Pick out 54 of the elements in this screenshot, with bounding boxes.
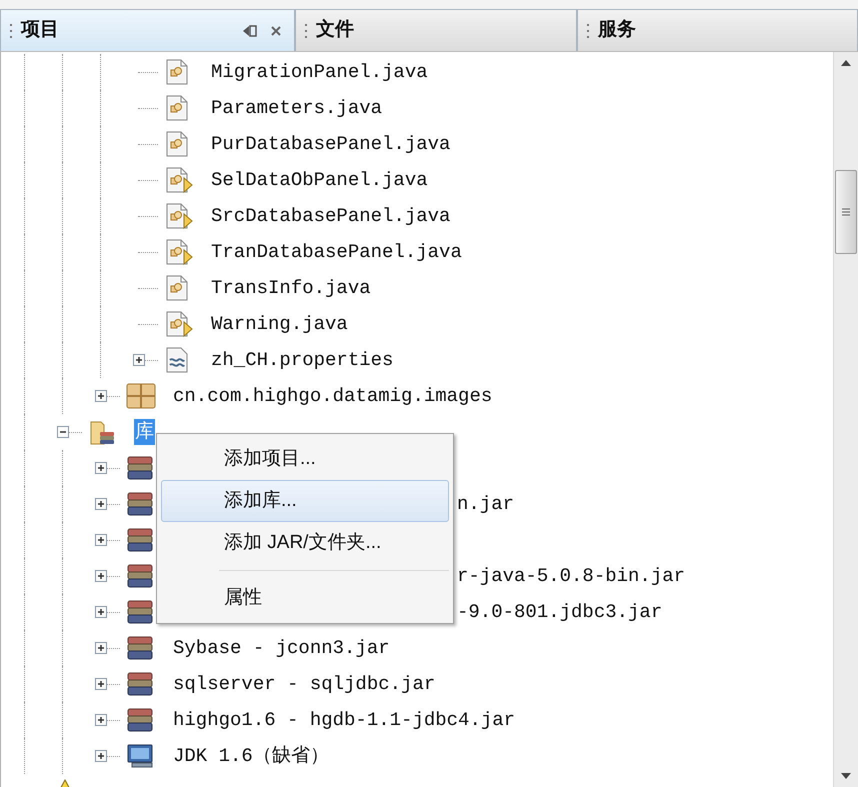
tree-item-label[interactable]: sqlserver - sqljdbc.jar: [172, 671, 436, 697]
tab-label: 项目: [21, 18, 59, 42]
tree-item-label[interactable]: PurDatabasePanel.java: [210, 131, 452, 157]
scroll-down-icon[interactable]: [841, 773, 851, 779]
expand-icon[interactable]: [95, 750, 107, 762]
panel-tab[interactable]: 服务: [577, 9, 858, 51]
scroll-up-icon[interactable]: [841, 60, 851, 66]
grip-icon: [842, 208, 850, 216]
grip-icon: [9, 22, 13, 38]
tree-item-label[interactable]: Sybase - jconn3.jar: [172, 635, 391, 661]
expand-icon[interactable]: [95, 714, 107, 726]
tree-item-label[interactable]: Warning.java: [210, 311, 349, 337]
menu-item[interactable]: 添加库...: [161, 480, 449, 522]
expand-icon[interactable]: [95, 462, 107, 474]
expand-icon[interactable]: [95, 534, 107, 546]
tree-item-label[interactable]: JDK 1.6（缺省）: [172, 743, 330, 769]
runnable-java-file-icon: [164, 238, 194, 266]
tab-label: 文件: [316, 18, 354, 42]
runnable-java-file-icon: [164, 202, 194, 230]
tree-item-label[interactable]: TransInfo.java: [210, 275, 372, 301]
tree-item-label[interactable]: SelDataObPanel.java: [210, 167, 429, 193]
package-icon: [126, 382, 156, 410]
expand-icon[interactable]: [133, 354, 145, 366]
grip-icon: [586, 22, 590, 38]
tree-item-label[interactable]: -9.0-801.jdbc3.jar: [456, 599, 664, 625]
tree-item-label[interactable]: r-java-5.0.8-bin.jar: [456, 563, 686, 589]
scrollbar[interactable]: [833, 52, 858, 787]
tree-item-label[interactable]: n.jar: [456, 491, 516, 517]
tab-label: 服务: [598, 18, 636, 42]
tree-item-label[interactable]: highgo1.6 - hgdb-1.1-jdbc4.jar: [172, 707, 516, 733]
close-icon[interactable]: [270, 24, 282, 36]
panel-tab[interactable]: 文件: [295, 9, 577, 51]
tree-item-label[interactable]: SrcDatabasePanel.java: [210, 203, 452, 229]
scrollbar-thumb[interactable]: [835, 170, 857, 254]
expand-icon[interactable]: [95, 678, 107, 690]
panel-tab[interactable]: 项目: [0, 9, 295, 51]
runnable-java-file-icon: [164, 166, 194, 194]
expand-icon[interactable]: [95, 498, 107, 510]
menu-item[interactable]: 添加项目...: [161, 438, 449, 480]
minimize-icon[interactable]: [242, 24, 258, 38]
expand-icon[interactable]: [95, 570, 107, 582]
expand-icon[interactable]: [95, 606, 107, 618]
runnable-java-file-icon: [164, 310, 194, 338]
grip-icon: [304, 22, 308, 38]
tree-item-label[interactable]: Parameters.java: [210, 95, 384, 121]
collapse-icon[interactable]: [57, 426, 69, 438]
menu-item[interactable]: 属性: [161, 577, 449, 619]
tree-item-label[interactable]: MigrationPanel.java: [210, 59, 429, 85]
tree-item-label[interactable]: cn.com.highgo.datamig.images: [172, 383, 494, 409]
tree-item-label[interactable]: zh_CH.properties: [210, 347, 394, 373]
expand-icon[interactable]: [95, 642, 107, 654]
tree-item-label[interactable]: TranDatabasePanel.java: [210, 239, 463, 265]
expand-icon[interactable]: [95, 390, 107, 402]
menu-item[interactable]: 添加 JAR/文件夹...: [161, 522, 449, 564]
